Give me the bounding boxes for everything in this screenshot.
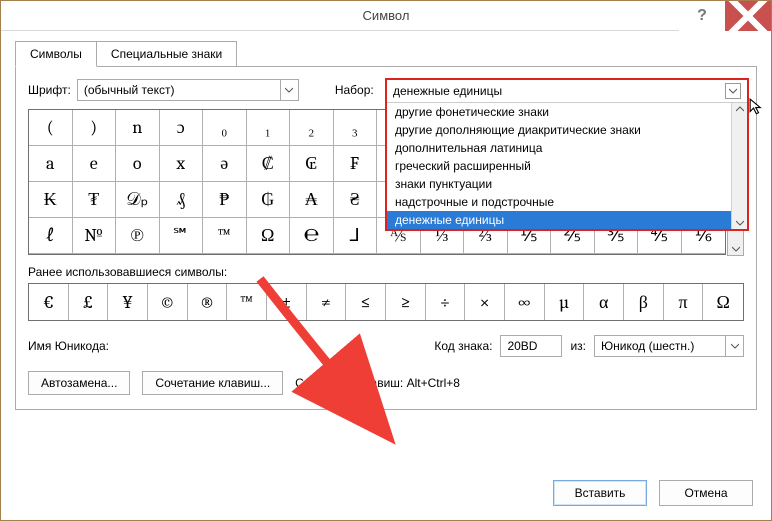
symbol-cell[interactable]: e (73, 146, 117, 182)
symbol-cell[interactable]: ™ (203, 218, 247, 254)
window-title: Символ (1, 8, 771, 23)
set-dropdown-open[interactable]: денежные единицы другие фонетические зна… (385, 78, 749, 231)
code-label: Код знака: (434, 339, 492, 353)
set-dropdown-item[interactable]: дополнительная латиница (387, 139, 731, 157)
chevron-down-icon[interactable] (725, 336, 743, 356)
set-dropdown-item[interactable]: другие фонетические знаки (387, 103, 731, 121)
dropdown-scrollbar[interactable] (731, 103, 747, 229)
recent-symbol-cell[interactable]: ∞ (505, 284, 545, 320)
recent-symbol-cell[interactable]: π (664, 284, 704, 320)
symbol-cell[interactable]: ₀ (203, 110, 247, 146)
from-combo[interactable]: Юникод (шестн.) (594, 335, 744, 357)
help-button[interactable]: ? (679, 1, 725, 31)
recent-symbol-cell[interactable]: × (465, 284, 505, 320)
tab-special[interactable]: Специальные знаки (96, 41, 237, 67)
set-dropdown-item[interactable]: знаки пунктуации (387, 175, 731, 193)
recent-symbol-cell[interactable]: £ (69, 284, 109, 320)
recent-symbol-cell[interactable]: ® (188, 284, 228, 320)
symbol-cell[interactable]: ₡ (247, 146, 291, 182)
symbol-cell[interactable]: ₮ (73, 182, 117, 218)
symbol-cell[interactable]: o (116, 146, 160, 182)
insert-button[interactable]: Вставить (553, 480, 647, 506)
set-dropdown-value: денежные единицы (393, 84, 502, 98)
symbol-cell[interactable]: a (29, 146, 73, 182)
symbol-cell[interactable]: ₢ (290, 146, 334, 182)
recent-symbol-cell[interactable]: ™ (227, 284, 267, 320)
scroll-up-icon[interactable] (736, 105, 744, 113)
symbol-cell[interactable]: ( (29, 110, 73, 146)
recent-grid[interactable]: €£¥©®™±≠≤≥÷×∞µαβπΩ (28, 283, 744, 321)
tab-symbols[interactable]: Символы (15, 41, 97, 67)
recent-label: Ранее использовавшиеся символы: (28, 265, 744, 279)
set-dropdown-item[interactable]: денежные единицы (387, 211, 731, 229)
symbol-cell[interactable]: ₭ (29, 182, 73, 218)
symbol-cell[interactable]: n (116, 110, 160, 146)
cursor-icon (749, 98, 767, 116)
titlebar: Символ ? (1, 1, 771, 31)
scroll-down-icon[interactable] (732, 245, 740, 253)
symbol-cell[interactable]: ⅃ (334, 218, 378, 254)
shortcut-display: Сочетание клавиш: Alt+Ctrl+8 (295, 376, 460, 390)
set-dropdown-item[interactable]: другие дополняющие диакритические знаки (387, 121, 731, 139)
symbol-dialog: Символ ? Символы Специальные знаки Шрифт… (0, 0, 772, 521)
symbol-cell[interactable]: ₴ (334, 182, 378, 218)
font-combo[interactable]: (обычный текст) (77, 79, 299, 101)
symbol-cell[interactable]: x (160, 146, 204, 182)
recent-symbol-cell[interactable]: ¥ (108, 284, 148, 320)
scroll-down-icon[interactable] (736, 219, 744, 227)
recent-symbol-cell[interactable]: β (624, 284, 664, 320)
symbol-cell[interactable]: ₃ (334, 110, 378, 146)
recent-symbol-cell[interactable]: ÷ (426, 284, 466, 320)
recent-symbol-cell[interactable]: © (148, 284, 188, 320)
symbol-cell[interactable]: ₲ (247, 182, 291, 218)
chevron-down-icon[interactable] (725, 83, 741, 99)
code-input[interactable]: 20BD (500, 335, 562, 357)
recent-symbol-cell[interactable]: ≠ (307, 284, 347, 320)
font-label: Шрифт: (28, 83, 71, 97)
symbol-cell[interactable]: ℮ (290, 218, 334, 254)
recent-symbol-cell[interactable]: ≤ (346, 284, 386, 320)
symbol-cell[interactable]: ₰ (160, 182, 204, 218)
chevron-down-icon[interactable] (280, 80, 298, 100)
symbol-cell[interactable]: ) (73, 110, 117, 146)
set-dropdown-item[interactable]: греческий расширенный (387, 157, 731, 175)
from-label: из: (570, 339, 586, 353)
font-combo-value: (обычный текст) (78, 83, 280, 97)
recent-symbol-cell[interactable]: µ (545, 284, 585, 320)
symbol-cell[interactable]: ₁ (247, 110, 291, 146)
shortcut-key-button[interactable]: Сочетание клавиш... (142, 371, 283, 395)
close-button[interactable] (725, 1, 771, 31)
autocorrect-button[interactable]: Автозамена... (28, 371, 130, 395)
set-label: Набор: (335, 83, 374, 97)
recent-symbol-cell[interactable]: Ω (703, 284, 743, 320)
symbol-cell[interactable]: ɔ (160, 110, 204, 146)
symbol-cell[interactable]: ₂ (290, 110, 334, 146)
symbol-cell[interactable]: ₱ (203, 182, 247, 218)
unicode-name-label: Имя Юникода: (28, 339, 109, 353)
symbol-cell[interactable]: 𝒟ₚ (116, 182, 160, 218)
symbol-cell[interactable]: ə (203, 146, 247, 182)
recent-symbol-cell[interactable]: ± (267, 284, 307, 320)
symbol-cell[interactable]: ₣ (334, 146, 378, 182)
symbol-cell[interactable]: Ω (247, 218, 291, 254)
recent-symbol-cell[interactable]: ≥ (386, 284, 426, 320)
recent-symbol-cell[interactable]: α (584, 284, 624, 320)
cancel-button[interactable]: Отмена (659, 480, 753, 506)
symbol-cell[interactable]: ℗ (116, 218, 160, 254)
tabstrip: Символы Специальные знаки (15, 41, 757, 67)
recent-symbol-cell[interactable]: € (29, 284, 69, 320)
symbol-cell[interactable]: ₳ (290, 182, 334, 218)
symbol-cell[interactable]: ℠ (160, 218, 204, 254)
symbol-cell[interactable]: № (73, 218, 117, 254)
symbol-cell[interactable]: ℓ (29, 218, 73, 254)
set-dropdown-item[interactable]: надстрочные и подстрочные (387, 193, 731, 211)
